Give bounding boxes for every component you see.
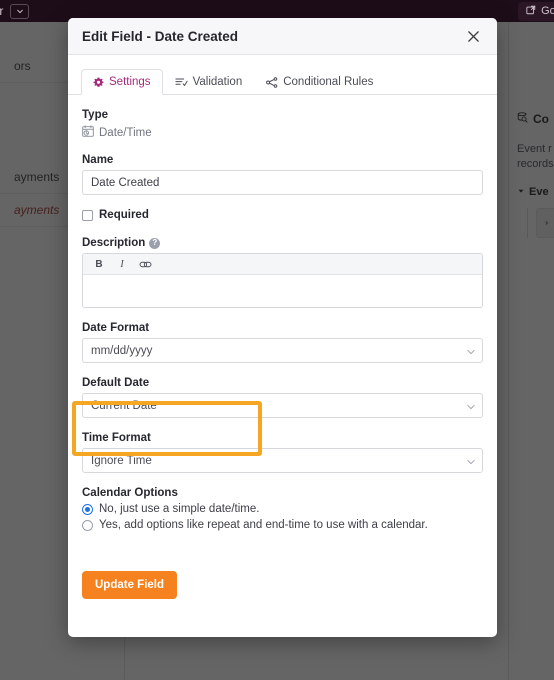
go-to-button[interactable]: Go to bbox=[518, 1, 554, 21]
dialog-body: Type Date/Time Name Required Description… bbox=[68, 95, 497, 637]
link-button[interactable] bbox=[135, 256, 155, 273]
external-link-icon bbox=[526, 5, 536, 18]
calendar-option-yes-label: Yes, add options like repeat and end-tim… bbox=[99, 519, 428, 531]
time-format-select[interactable]: Ignore Time bbox=[82, 448, 483, 473]
help-circle-icon[interactable]: ? bbox=[149, 237, 161, 249]
dialog-tab-bar: Settings Validation Conditional Rules bbox=[68, 65, 497, 95]
tab-conditional-rules-label: Conditional Rules bbox=[283, 76, 374, 88]
calendar-option-yes-row[interactable]: Yes, add options like repeat and end-tim… bbox=[82, 519, 483, 531]
time-format-label: Time Format bbox=[82, 432, 151, 444]
default-date-field-group: Default Date Current Date bbox=[82, 377, 483, 418]
description-rich-text-editor: B I bbox=[82, 253, 483, 308]
calendar-options-group: Calendar Options No, just use a simple d… bbox=[82, 487, 483, 531]
topbar-title: lar bbox=[0, 4, 4, 18]
italic-button[interactable]: I bbox=[112, 256, 132, 273]
required-label: Required bbox=[99, 209, 149, 221]
date-format-select-wrap: mm/dd/yyyy bbox=[82, 338, 483, 363]
topbar-left-group: lar bbox=[0, 3, 30, 19]
calendar-option-no-radio[interactable] bbox=[82, 503, 93, 515]
tab-validation[interactable]: Validation bbox=[163, 69, 255, 95]
type-value: Date/Time bbox=[99, 126, 152, 139]
tab-settings-label: Settings bbox=[109, 76, 151, 88]
edit-field-dialog: Edit Field - Date Created Settings Valid… bbox=[68, 18, 497, 637]
description-field-group: Description ? B I bbox=[82, 237, 483, 308]
time-format-select-wrap: Ignore Time bbox=[82, 448, 483, 473]
editor-toolbar: B I bbox=[83, 254, 482, 275]
time-format-field-group: Time Format Ignore Time bbox=[82, 432, 483, 473]
tab-settings[interactable]: Settings bbox=[81, 69, 163, 95]
description-editor-area[interactable] bbox=[83, 275, 482, 307]
type-value-row: Date/Time bbox=[82, 125, 483, 140]
bold-button[interactable]: B bbox=[89, 256, 109, 273]
description-label-row: Description ? bbox=[82, 237, 483, 249]
type-label: Type bbox=[82, 109, 108, 121]
name-input[interactable] bbox=[82, 170, 483, 195]
close-icon[interactable] bbox=[463, 26, 483, 46]
dialog-header: Edit Field - Date Created bbox=[68, 18, 497, 55]
update-field-button[interactable]: Update Field bbox=[82, 571, 178, 599]
gear-icon bbox=[93, 77, 104, 88]
dialog-title: Edit Field - Date Created bbox=[82, 28, 239, 44]
default-date-select[interactable]: Current Date bbox=[82, 393, 483, 418]
default-date-label: Default Date bbox=[82, 377, 150, 389]
tab-validation-label: Validation bbox=[192, 76, 243, 88]
default-date-select-wrap: Current Date bbox=[82, 393, 483, 418]
type-field-group: Type Date/Time bbox=[82, 109, 483, 140]
date-format-label: Date Format bbox=[82, 322, 150, 334]
calendar-option-no-row[interactable]: No, just use a simple date/time. bbox=[82, 503, 483, 515]
calendar-option-no-label: No, just use a simple date/time. bbox=[99, 503, 260, 515]
calendar-options-label: Calendar Options bbox=[82, 487, 178, 499]
required-checkbox[interactable] bbox=[82, 209, 93, 221]
branch-icon bbox=[266, 76, 278, 88]
description-label: Description bbox=[82, 237, 146, 249]
name-label: Name bbox=[82, 154, 114, 166]
go-to-label: Go to bbox=[541, 5, 554, 17]
required-checkbox-row[interactable]: Required bbox=[82, 209, 483, 221]
calendar-option-yes-radio[interactable] bbox=[82, 519, 93, 531]
date-format-select[interactable]: mm/dd/yyyy bbox=[82, 338, 483, 363]
name-field-group: Name bbox=[82, 154, 483, 195]
tab-conditional-rules[interactable]: Conditional Rules bbox=[254, 69, 385, 95]
calendar-clock-icon bbox=[82, 125, 94, 140]
chevron-down-icon[interactable] bbox=[10, 3, 30, 19]
validation-list-icon bbox=[174, 77, 188, 88]
date-format-field-group: Date Format mm/dd/yyyy bbox=[82, 322, 483, 363]
